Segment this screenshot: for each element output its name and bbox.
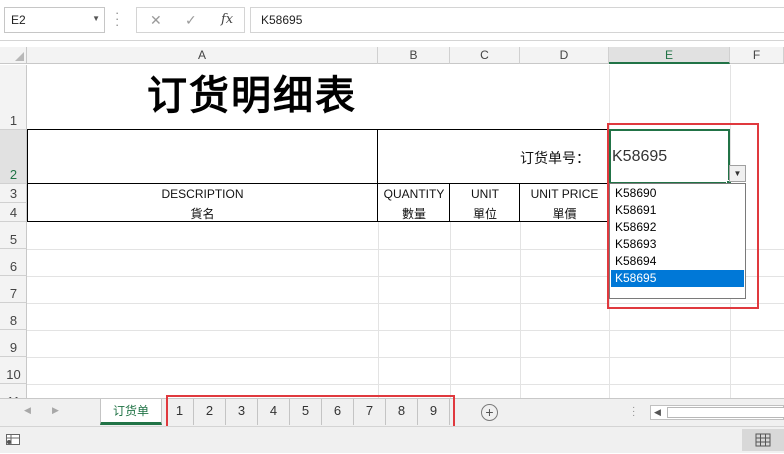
header-description-cn[interactable]: 貨名 [27,205,378,222]
select-all-corner[interactable] [0,47,27,64]
tab-order-sheet[interactable]: 订货单 [100,399,162,425]
scrollbar-thumb[interactable] [667,407,784,418]
gridline [27,384,784,385]
header-unit[interactable]: UNIT [450,187,520,201]
row-header-11[interactable]: 11 [0,384,27,398]
formula-value: K58695 [261,13,303,27]
header-unit-price[interactable]: UNIT PRICE [520,187,609,201]
tab-split-grip-icon[interactable]: · · · [632,403,635,421]
enter-icon[interactable]: ✓ [185,12,197,29]
highlight-box-tabs [166,395,455,430]
sheet-title: 订货明细表 [147,73,357,119]
formula-bar: E2 ▼ · · · ✕ ✓ fx K58695 [0,0,784,41]
column-header-d[interactable]: D [520,47,609,64]
column-header-f[interactable]: F [730,47,784,64]
header-quantity[interactable]: QUANTITY [378,187,450,201]
row-header-4[interactable]: 4 [0,203,27,222]
row-header-8[interactable]: 8 [0,303,27,330]
plus-circle-icon[interactable]: + [481,404,498,421]
triangle-right-icon[interactable]: ▶ [52,405,59,416]
row-header-2[interactable]: 2 [0,130,27,184]
triangle-left-icon[interactable]: ◀ [24,405,31,416]
gridline [609,65,610,130]
header-unit-price-cn[interactable]: 單價 [520,205,609,222]
column-header-a[interactable]: A [27,47,378,64]
column-header-c[interactable]: C [450,47,520,64]
insert-function-icon[interactable]: fx [221,12,233,27]
scroll-left-icon[interactable]: ◀ [654,407,661,418]
cancel-icon[interactable]: ✕ [150,12,162,29]
row-header-5[interactable]: 5 [0,222,27,249]
column-header-b[interactable]: B [378,47,450,64]
order-number-label[interactable]: 订货单号： [520,148,590,168]
formula-bar-grip-icon[interactable]: · · · [115,6,119,31]
name-box[interactable]: E2 ▼ [4,7,105,33]
header-description[interactable]: DESCRIPTION [27,187,378,201]
row-header-3[interactable]: 3 [0,184,27,203]
gridline [27,357,784,358]
row-header-1[interactable]: 1 [0,65,27,130]
horizontal-scrollbar[interactable]: ◀ [650,405,784,420]
highlight-box-dropdown [607,123,759,309]
status-bar [0,426,784,453]
column-header-e[interactable]: E [609,47,730,64]
header-quantity-cn[interactable]: 數量 [378,205,450,222]
row-header-10[interactable]: 10 [0,357,27,384]
row-header-7[interactable]: 7 [0,276,27,303]
name-box-chevron-down-icon[interactable]: ▼ [92,14,100,23]
row-header-9[interactable]: 9 [0,330,27,357]
name-box-value: E2 [11,13,26,27]
sheet-tab-bar: ◀ ▶ 订货单 1 2 3 4 5 6 7 8 9 + · · · ◀ [0,395,784,430]
worksheet-grid[interactable]: A B C D E F 1 2 3 4 5 6 7 8 9 10 11 订货明细… [0,41,784,398]
header-unit-cn[interactable]: 單位 [450,205,520,222]
gridline [27,330,784,331]
normal-view-icon[interactable] [742,429,784,451]
row-header-6[interactable]: 6 [0,249,27,276]
formula-buttons: ✕ ✓ fx [136,7,245,33]
formula-input[interactable]: K58695 [250,7,784,33]
macro-record-icon[interactable] [6,434,20,445]
